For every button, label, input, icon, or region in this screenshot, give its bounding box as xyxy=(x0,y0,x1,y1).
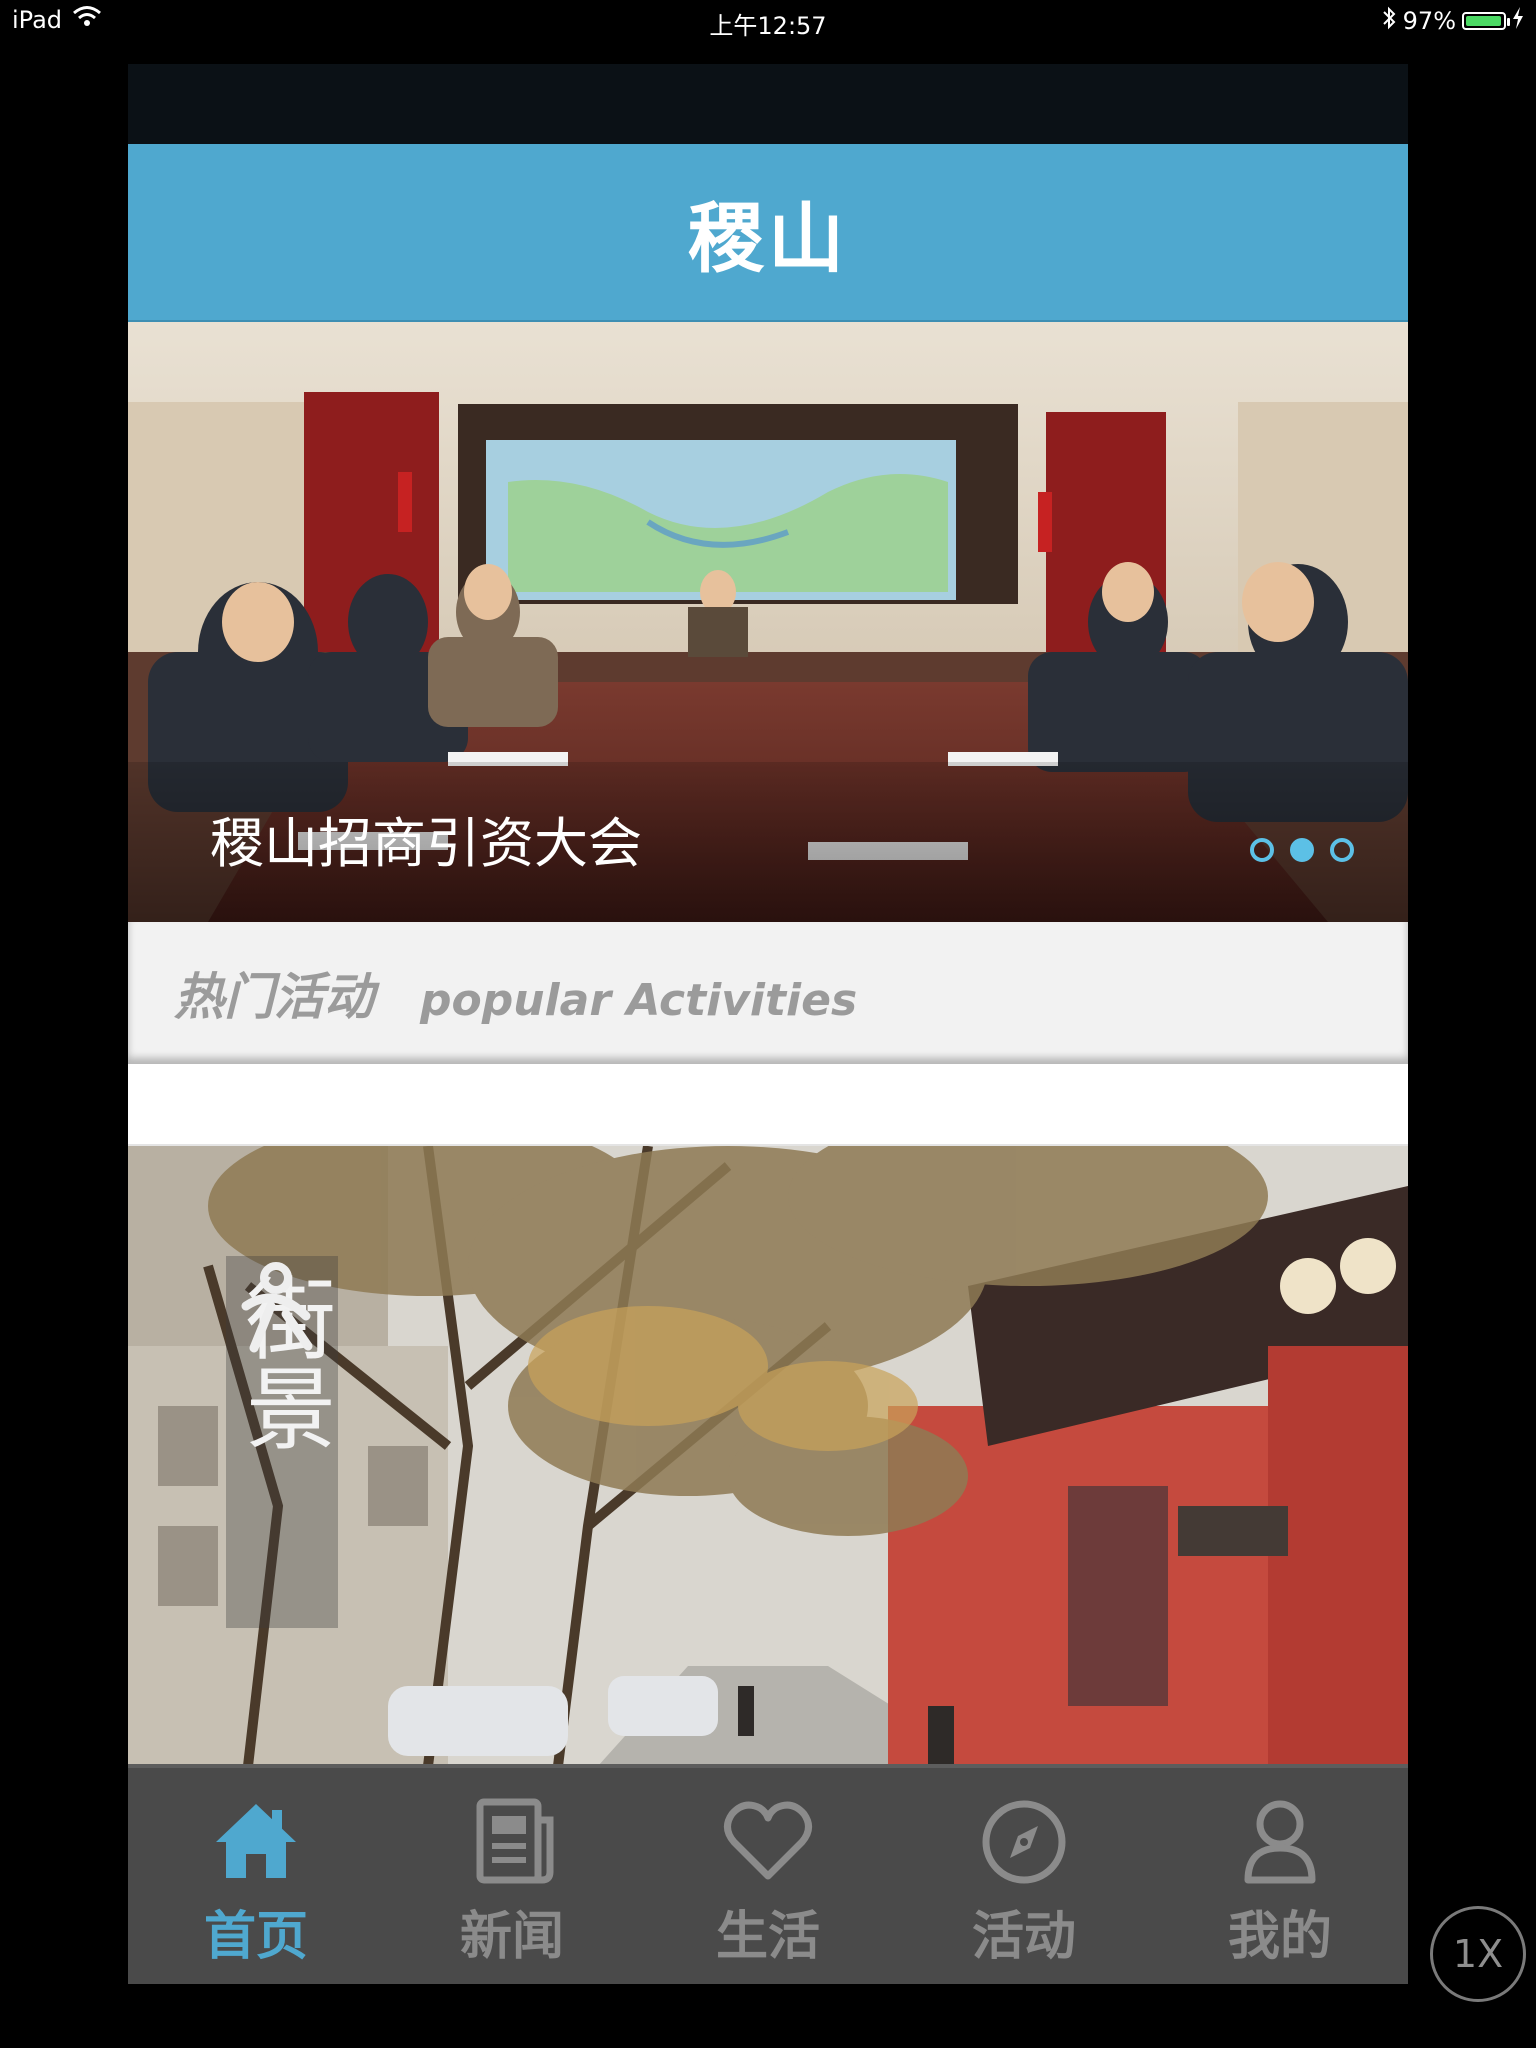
tab-life[interactable]: 生活 xyxy=(640,1768,896,1984)
page-dot[interactable] xyxy=(1290,838,1314,862)
banner-caption: 稷山招商引资大会 xyxy=(210,812,642,875)
tab-profile[interactable]: 我的 xyxy=(1152,1768,1408,1984)
battery-percent: 97% xyxy=(1402,7,1456,35)
app-top-bar xyxy=(128,64,1408,144)
battery-icon xyxy=(1462,12,1510,30)
section-header: 热门活动 popular Activities xyxy=(128,922,1408,1064)
activity-card[interactable]: 街景 xyxy=(128,1144,1408,1766)
tab-home[interactable]: 首页 xyxy=(128,1768,384,1984)
zoom-label: 1X xyxy=(1452,1932,1504,1976)
news-icon xyxy=(476,1798,554,1884)
section-spacer xyxy=(128,1064,1408,1144)
tab-label: 首页 xyxy=(203,1907,308,1967)
compass-icon xyxy=(982,1800,1066,1884)
banner-carousel[interactable]: 稷山招商引资大会 xyxy=(128,322,1408,922)
tab-bar: 首页 新闻 生活 活动 我的 xyxy=(128,1764,1408,1984)
tab-label: 新闻 xyxy=(459,1907,564,1967)
battery-level xyxy=(1466,16,1501,26)
tab-activity[interactable]: 活动 xyxy=(896,1768,1152,1984)
page-title: 稷山 xyxy=(688,194,848,283)
user-icon xyxy=(1244,1800,1316,1884)
home-icon xyxy=(216,1804,296,1878)
page-dot[interactable] xyxy=(1250,838,1274,862)
tab-label: 我的 xyxy=(1227,1907,1332,1967)
navigation-bar: 稷山 xyxy=(128,144,1408,322)
status-time: 上午12:57 xyxy=(709,12,827,40)
app-window: 稷山 稷山招商引资大会 热门活动 popular Activities 街景 首… xyxy=(128,64,1408,1984)
charging-icon xyxy=(1512,7,1524,35)
zoom-button[interactable]: 1X xyxy=(1430,1906,1526,2002)
page-dot[interactable] xyxy=(1330,838,1354,862)
tab-news[interactable]: 新闻 xyxy=(384,1768,640,1984)
page-indicator[interactable] xyxy=(1250,838,1354,862)
tab-label: 生活 xyxy=(715,1907,820,1967)
bluetooth-icon xyxy=(1381,6,1397,36)
heart-icon xyxy=(724,1801,812,1880)
activity-label-panel: 街景 xyxy=(226,1256,338,1628)
section-title-cn: 热门活动 xyxy=(174,968,374,1026)
section-title-en: popular Activities xyxy=(420,974,858,1026)
tab-label: 活动 xyxy=(971,1907,1076,1967)
status-bar: iPad 上午12:57 97% xyxy=(0,0,1536,40)
banner-caption-overlay: 稷山招商引资大会 xyxy=(128,762,1408,922)
